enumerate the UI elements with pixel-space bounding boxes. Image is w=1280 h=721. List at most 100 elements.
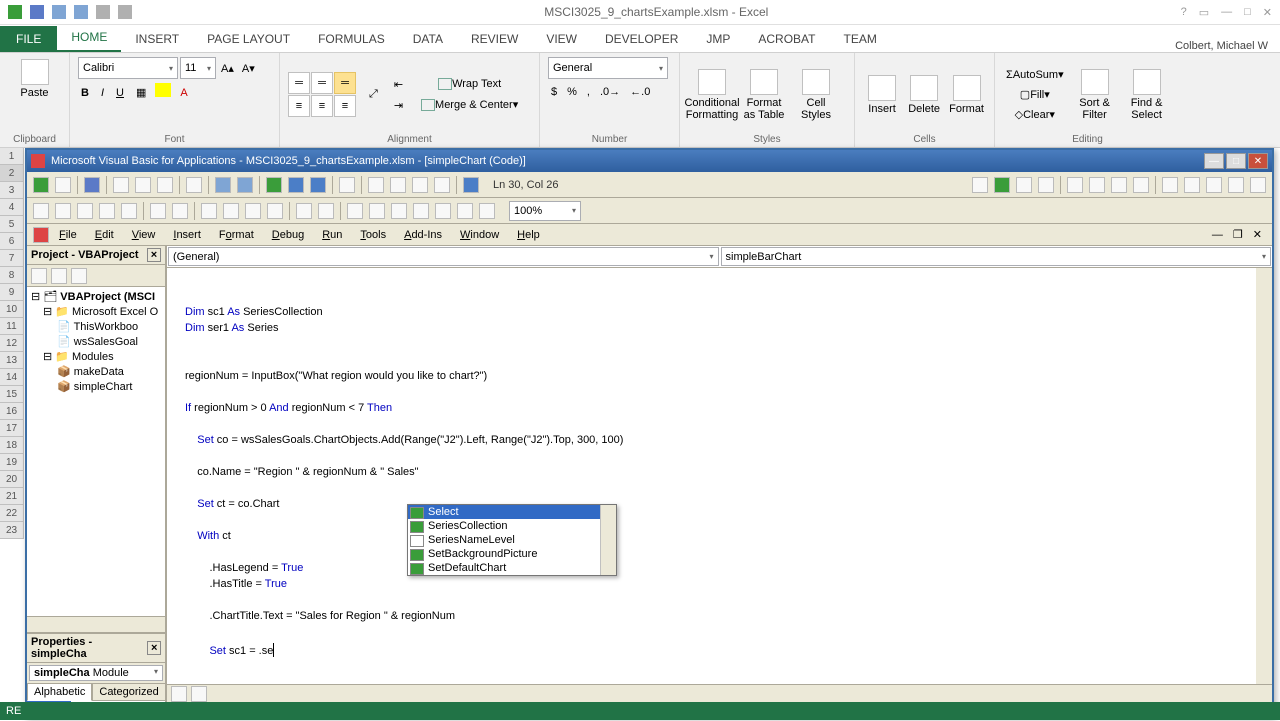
intellisense-popup[interactable]: Select SeriesCollection SeriesNameLevel … (407, 504, 617, 576)
comment-block-icon[interactable] (296, 203, 312, 219)
save-icon[interactable] (30, 5, 44, 19)
save-icon[interactable] (84, 177, 100, 193)
mdi-close-icon[interactable]: ✕ (1249, 228, 1266, 241)
list-properties-icon[interactable] (33, 203, 49, 219)
edit-icon-c[interactable] (391, 203, 407, 219)
fill-button[interactable]: ▢ Fill ▾ (1003, 85, 1067, 104)
number-format-select[interactable]: General▾ (548, 57, 668, 79)
code-horizontal-scrollbar[interactable] (211, 687, 1268, 701)
step-over-icon[interactable] (1111, 177, 1127, 193)
properties-window-icon[interactable] (390, 177, 406, 193)
toggle-bookmark-icon[interactable] (201, 203, 217, 219)
increase-font-icon[interactable]: A▴ (218, 57, 237, 79)
menu-help[interactable]: Help (509, 227, 548, 243)
font-select[interactable]: Calibri▾ (78, 57, 178, 79)
paste-icon[interactable] (157, 177, 173, 193)
full-module-view-icon[interactable] (191, 686, 207, 702)
font-size-select[interactable]: 11▾ (180, 57, 216, 79)
complete-word-icon[interactable] (121, 203, 137, 219)
tab-page-layout[interactable]: PAGE LAYOUT (193, 26, 304, 52)
merge-center-button[interactable]: Merge & Center ▾ (418, 95, 521, 114)
help-icon[interactable]: ? (1181, 6, 1187, 19)
sort-filter-button[interactable]: Sort & Filter (1071, 67, 1119, 123)
call-stack-icon[interactable] (1250, 177, 1266, 193)
insert-cells-button[interactable]: Insert (863, 73, 901, 117)
find-icon[interactable] (186, 177, 202, 193)
tab-view[interactable]: VIEW (532, 26, 591, 52)
quick-info-icon[interactable] (77, 203, 93, 219)
increase-indent-button[interactable]: ⇥ (391, 96, 406, 115)
edit-icon-e[interactable] (435, 203, 451, 219)
decrease-indent-button[interactable]: ⇤ (391, 75, 406, 94)
list-constants-icon[interactable] (55, 203, 71, 219)
menu-addins[interactable]: Add-Ins (396, 227, 450, 243)
format-cells-button[interactable]: Format (947, 73, 986, 117)
italic-button[interactable]: I (98, 83, 107, 102)
row-header[interactable]: 4 (0, 199, 23, 216)
mdi-minimize-icon[interactable]: — (1208, 229, 1227, 241)
paste-button[interactable]: Paste (11, 57, 59, 101)
menu-view[interactable]: View (124, 227, 164, 243)
view-object-icon[interactable] (51, 268, 67, 284)
row-header[interactable]: 8 (0, 267, 23, 284)
user-name[interactable]: Colbert, Michael W (1163, 40, 1280, 52)
project-tree[interactable]: ⊟ 🗂 VBAProject (MSCI ⊟ 📁 Microsoft Excel… (27, 287, 165, 616)
toggle-breakpoint-icon[interactable] (1067, 177, 1083, 193)
menu-run[interactable]: Run (314, 227, 350, 243)
row-header[interactable]: 3 (0, 182, 23, 199)
procedure-view-icon[interactable] (171, 686, 187, 702)
row-header[interactable]: 14 (0, 369, 23, 386)
intellisense-item[interactable]: SeriesNameLevel (408, 533, 616, 547)
row-header[interactable]: 6 (0, 233, 23, 250)
row-header[interactable]: 20 (0, 471, 23, 488)
insert-module-icon[interactable] (55, 177, 71, 193)
properties-tab-alphabetic[interactable]: Alphabetic (27, 683, 92, 701)
intellisense-item[interactable]: Select (408, 505, 616, 519)
orientation-button[interactable]: ⤢ (366, 85, 381, 104)
edit-icon-g[interactable] (479, 203, 495, 219)
tab-review[interactable]: REVIEW (457, 26, 532, 52)
row-header[interactable]: 10 (0, 301, 23, 318)
menu-window[interactable]: Window (452, 227, 507, 243)
close-icon[interactable]: ✕ (1263, 6, 1272, 19)
view-excel-icon[interactable] (33, 177, 49, 193)
tab-data[interactable]: DATA (399, 26, 457, 52)
debug-reset-icon[interactable] (1038, 177, 1054, 193)
project-tree-scrollbar[interactable] (27, 616, 165, 632)
tab-jmp[interactable]: JMP (692, 26, 744, 52)
step-out-icon[interactable] (1133, 177, 1149, 193)
row-header[interactable]: 19 (0, 454, 23, 471)
properties-tab-categorized[interactable]: Categorized (92, 683, 165, 701)
design-mode-icon[interactable] (339, 177, 355, 193)
project-panel-close-icon[interactable]: × (147, 248, 161, 262)
uncomment-block-icon[interactable] (318, 203, 334, 219)
object-dropdown[interactable]: (General)▾ (168, 247, 719, 266)
row-header[interactable]: 15 (0, 386, 23, 403)
wrap-text-button[interactable]: Wrap Text (418, 75, 521, 93)
tab-acrobat[interactable]: ACROBAT (744, 26, 829, 52)
locals-window-icon[interactable] (1162, 177, 1178, 193)
decrease-font-icon[interactable]: A▾ (239, 57, 258, 79)
object-browser-icon[interactable] (412, 177, 428, 193)
intellisense-item[interactable]: SetDefaultChart (408, 561, 616, 575)
vbe-system-icon[interactable] (33, 227, 49, 243)
tab-team[interactable]: TEAM (829, 26, 890, 52)
clear-button[interactable]: ◇ Clear ▾ (1003, 105, 1067, 124)
indent-icon[interactable] (150, 203, 166, 219)
row-header[interactable]: 17 (0, 420, 23, 437)
debug-compile-icon[interactable] (972, 177, 988, 193)
border-button[interactable]: ▦ (133, 83, 149, 102)
debug-break-icon[interactable] (1016, 177, 1032, 193)
ribbon-options-icon[interactable]: ▭ (1199, 6, 1209, 19)
autosum-button[interactable]: Σ AutoSum ▾ (1003, 65, 1067, 84)
underline-button[interactable]: U (113, 83, 127, 102)
zoom-select[interactable]: 100%▾ (509, 201, 581, 221)
undo-icon[interactable] (52, 5, 66, 19)
copy-icon[interactable] (135, 177, 151, 193)
alignment-grid[interactable]: ═══ ≡≡≡ (288, 72, 356, 117)
delete-cells-button[interactable]: Delete (905, 73, 943, 117)
toggle-folders-icon[interactable] (71, 268, 87, 284)
intellisense-item[interactable]: SetBackgroundPicture (408, 547, 616, 561)
edit-icon-a[interactable] (347, 203, 363, 219)
font-color-button[interactable]: A (177, 83, 190, 102)
